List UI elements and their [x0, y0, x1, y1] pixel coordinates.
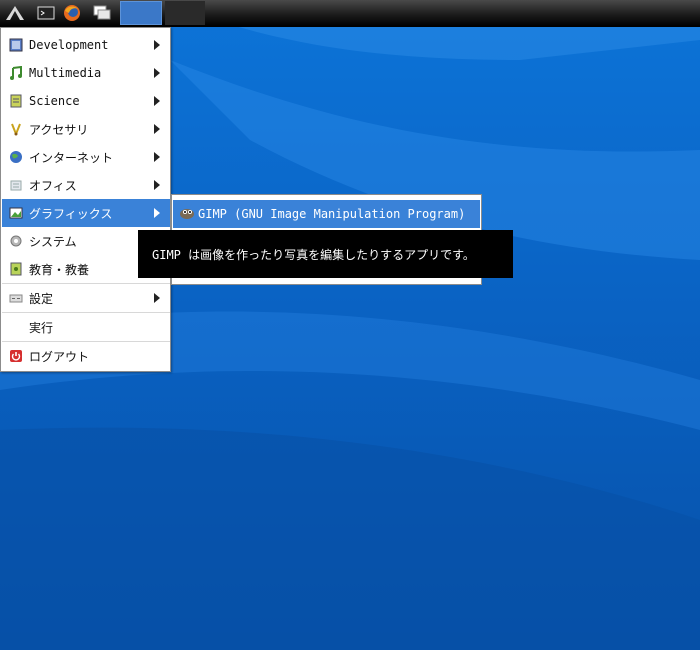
menu-item-office[interactable]: オフィス: [2, 171, 170, 199]
submenu-item-gimp[interactable]: GIMP (GNU Image Manipulation Program): [173, 200, 480, 228]
submenu-arrow-icon: [154, 124, 160, 134]
submenu-arrow-icon: [154, 68, 160, 78]
tooltip-text: GIMP は画像を作ったり写真を編集したりするアプリです。: [152, 247, 475, 262]
menu-item-label: Multimedia: [29, 66, 102, 80]
settings-icon: [8, 290, 24, 306]
menu-item-accessories[interactable]: アクセサリ: [2, 115, 170, 143]
gimp-icon: [178, 206, 194, 222]
menu-item-label: 設定: [29, 291, 54, 306]
submenu-arrow-icon: [154, 40, 160, 50]
terminal-icon[interactable]: [34, 1, 58, 25]
internet-icon: [8, 149, 24, 165]
taskbar-button[interactable]: [120, 1, 162, 25]
windows-icon[interactable]: [90, 1, 114, 25]
menu-item-label: オフィス: [29, 178, 77, 193]
menu-item-multimedia[interactable]: Multimedia: [2, 59, 170, 87]
menu-item-internet[interactable]: インターネット: [2, 143, 170, 171]
multimedia-icon: [8, 65, 24, 81]
tooltip: GIMP は画像を作ったり写真を編集したりするアプリです。: [138, 230, 513, 278]
development-icon: [8, 37, 24, 53]
top-panel: [0, 0, 700, 27]
office-icon: [8, 177, 24, 193]
submenu-arrow-icon: [154, 152, 160, 162]
menu-item-run[interactable]: 実行: [2, 313, 170, 341]
menu-item-label: ログアウト: [29, 349, 90, 364]
system-icon: [8, 233, 24, 249]
panel-tray: [165, 1, 205, 25]
menu-item-settings[interactable]: 設定: [2, 284, 170, 312]
menu-item-label: 実行: [29, 320, 54, 335]
graphics-icon: [8, 205, 24, 221]
lxde-logo-icon[interactable]: [2, 1, 28, 25]
menu-item-science[interactable]: Science: [2, 87, 170, 115]
menu-item-label: インターネット: [29, 150, 114, 165]
logout-icon: [8, 348, 24, 364]
submenu-arrow-icon: [154, 180, 160, 190]
submenu-item-label: GIMP (GNU Image Manipulation Program): [198, 207, 466, 221]
submenu-arrow-icon: [154, 96, 160, 106]
menu-item-label: Science: [29, 94, 80, 108]
menu-item-label: グラフィックス: [29, 206, 113, 221]
menu-item-graphics[interactable]: グラフィックス: [2, 199, 170, 227]
menu-item-label: アクセサリ: [29, 122, 89, 137]
submenu-arrow-icon: [154, 208, 160, 218]
menu-item-logout[interactable]: ログアウト: [2, 342, 170, 370]
application-menu: Development Multimedia Science アクセサリ インタ…: [0, 27, 171, 372]
firefox-icon[interactable]: [60, 1, 84, 25]
menu-item-label: Development: [29, 38, 109, 52]
accessories-icon: [8, 121, 24, 137]
submenu-arrow-icon: [154, 293, 160, 303]
education-icon: [8, 261, 24, 277]
science-icon: [8, 93, 24, 109]
menu-item-development[interactable]: Development: [2, 31, 170, 59]
